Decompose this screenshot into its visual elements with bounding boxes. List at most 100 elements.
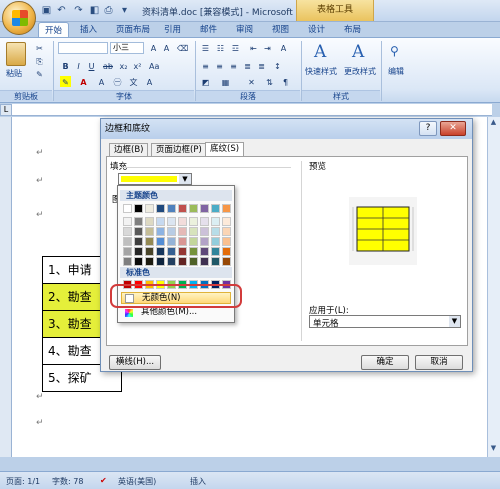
vertical-ruler[interactable]: [0, 117, 12, 457]
color-swatch[interactable]: [145, 204, 154, 213]
color-swatch[interactable]: [200, 237, 209, 246]
color-swatch[interactable]: [189, 237, 198, 246]
save-as-icon[interactable]: ◧: [88, 4, 101, 17]
quick-styles-icon[interactable]: A: [314, 42, 332, 62]
color-swatch[interactable]: [189, 247, 198, 256]
color-swatch[interactable]: [123, 227, 132, 236]
color-swatch[interactable]: [123, 217, 132, 226]
color-swatch[interactable]: [123, 237, 132, 246]
color-swatch[interactable]: [222, 217, 231, 226]
asian-layout-icon[interactable]: ✕: [246, 76, 257, 87]
superscript-icon[interactable]: x²: [132, 60, 143, 71]
distributed-icon[interactable]: ≣: [256, 60, 267, 71]
horizontal-line-button[interactable]: 横线(H)...: [109, 355, 161, 370]
underline-icon[interactable]: U: [86, 60, 97, 71]
change-styles-label[interactable]: 更改样式: [344, 66, 376, 77]
save-icon[interactable]: ▣: [40, 4, 53, 17]
color-swatch[interactable]: [189, 227, 198, 236]
char-border-icon[interactable]: A: [144, 76, 155, 87]
color-swatch[interactable]: [178, 237, 187, 246]
numbering-icon[interactable]: ☷: [215, 42, 226, 53]
tab-mailings[interactable]: 邮件: [194, 22, 223, 38]
color-swatch[interactable]: [156, 257, 165, 266]
color-swatch[interactable]: [156, 227, 165, 236]
color-swatch[interactable]: [134, 247, 143, 256]
color-swatch[interactable]: [211, 247, 220, 256]
enclosed-char-icon[interactable]: ㊀: [112, 76, 123, 87]
color-swatch[interactable]: [145, 237, 154, 246]
color-swatch[interactable]: [211, 237, 220, 246]
paste-label[interactable]: 粘贴: [6, 68, 22, 79]
quick-styles-label[interactable]: 快速样式: [305, 66, 337, 77]
strikethrough-icon[interactable]: ab: [102, 60, 113, 71]
color-swatch[interactable]: [134, 237, 143, 246]
color-swatch[interactable]: [222, 204, 231, 213]
paste-icon[interactable]: [6, 42, 26, 66]
scroll-up-icon[interactable]: ▲: [488, 118, 499, 129]
tab-view[interactable]: 视图: [266, 22, 295, 38]
tab-selector[interactable]: L: [0, 104, 12, 116]
tab-borders[interactable]: 边框(B): [109, 143, 149, 157]
color-swatch[interactable]: [134, 227, 143, 236]
increase-indent-icon[interactable]: ⇥: [262, 42, 273, 53]
italic-icon[interactable]: I: [73, 60, 84, 71]
align-center-icon[interactable]: ≡: [214, 60, 225, 71]
color-swatch[interactable]: [123, 247, 132, 256]
spelling-icon[interactable]: ✔: [100, 476, 107, 485]
insert-mode[interactable]: 插入: [190, 476, 206, 487]
font-color-icon[interactable]: A: [78, 76, 89, 87]
borders-icon[interactable]: ▦: [220, 76, 231, 87]
tab-page-border[interactable]: 页面边框(P): [151, 143, 207, 157]
phonetic-guide-icon[interactable]: 文: [128, 76, 139, 87]
color-swatch[interactable]: [167, 237, 176, 246]
change-styles-icon[interactable]: A: [352, 42, 370, 62]
tab-review[interactable]: 审阅: [230, 22, 259, 38]
color-swatch[interactable]: [189, 257, 198, 266]
color-swatch[interactable]: [156, 204, 165, 213]
color-swatch[interactable]: [156, 217, 165, 226]
chinese-layout-icon[interactable]: A: [278, 42, 289, 53]
color-swatch[interactable]: [178, 257, 187, 266]
subscript-icon[interactable]: x₂: [118, 60, 129, 71]
page-count[interactable]: 页面: 1/1: [6, 476, 40, 487]
tab-references[interactable]: 引用: [158, 22, 187, 38]
copy-icon[interactable]: ⎘: [34, 55, 45, 66]
close-button[interactable]: ✕: [440, 121, 466, 136]
bullets-icon[interactable]: ☰: [200, 42, 211, 53]
color-swatch[interactable]: [134, 217, 143, 226]
color-swatch[interactable]: [211, 217, 220, 226]
word-count[interactable]: 字数: 78: [52, 476, 83, 487]
more-colors-item[interactable]: 其他颜色(M)...: [121, 307, 231, 319]
show-marks-icon[interactable]: ¶: [280, 76, 291, 87]
color-swatch[interactable]: [200, 217, 209, 226]
tab-page-layout[interactable]: 页面布局: [110, 22, 156, 38]
align-left-icon[interactable]: ≡: [200, 60, 211, 71]
line-spacing-icon[interactable]: ↕: [272, 60, 283, 71]
language-status[interactable]: 英语(美国): [118, 476, 156, 487]
grow-font-icon[interactable]: A: [148, 42, 159, 53]
cut-icon[interactable]: ✂: [34, 42, 45, 53]
color-swatch[interactable]: [145, 247, 154, 256]
color-swatch[interactable]: [222, 227, 231, 236]
color-swatch[interactable]: [156, 237, 165, 246]
color-swatch[interactable]: [211, 204, 220, 213]
align-right-icon[interactable]: ≡: [228, 60, 239, 71]
color-swatch[interactable]: [145, 217, 154, 226]
color-swatch[interactable]: [178, 204, 187, 213]
tab-shading[interactable]: 底纹(S): [205, 142, 245, 157]
sort-icon[interactable]: ⇅: [264, 76, 275, 87]
chevron-down-icon[interactable]: ▼: [179, 174, 191, 184]
change-case-icon[interactable]: Aa: [148, 60, 159, 71]
font-name-combo[interactable]: [58, 42, 108, 54]
char-shading-icon[interactable]: A: [96, 76, 107, 87]
color-swatch[interactable]: [200, 204, 209, 213]
ok-button[interactable]: 确定: [361, 355, 409, 370]
color-swatch[interactable]: [145, 227, 154, 236]
apply-to-select[interactable]: 单元格 ▼: [309, 315, 461, 329]
clear-format-icon[interactable]: ⌫: [176, 42, 188, 53]
color-swatch[interactable]: [200, 247, 209, 256]
decrease-indent-icon[interactable]: ⇤: [248, 42, 259, 53]
color-swatch[interactable]: [200, 257, 209, 266]
bold-icon[interactable]: B: [60, 60, 71, 71]
undo-icon[interactable]: ↶: [55, 4, 68, 17]
